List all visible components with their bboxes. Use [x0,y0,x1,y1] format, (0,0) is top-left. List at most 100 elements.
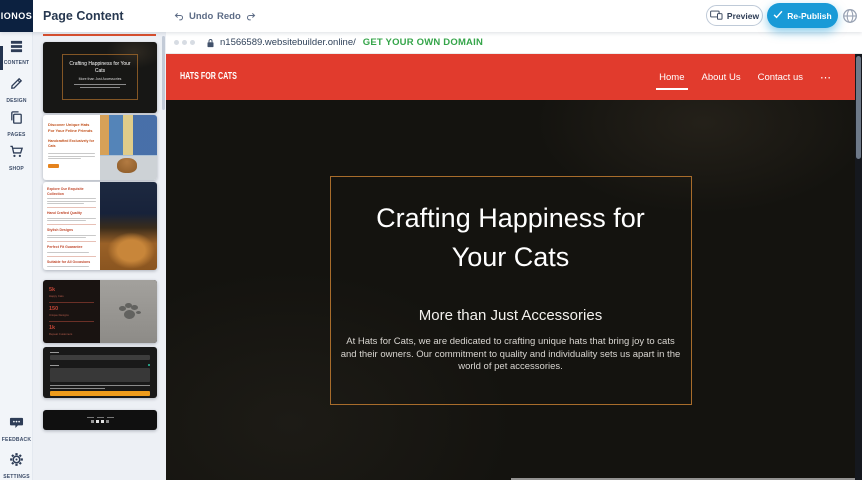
cat-photo-shape [117,158,137,173]
panel-title: Page Content [43,0,124,32]
thumb-feature-heading: Perfect Fit Guarantee [47,245,96,250]
panel-scrollbar[interactable] [162,36,165,110]
hero-body-text: At Hats for Cats, we are dedicated to cr… [341,336,681,374]
thumb-feature-heading: Hand Crafted Quality [47,211,96,216]
hero-title-line2: Your Cats [331,238,691,277]
form-input-placeholder [50,355,150,360]
section-thumbnail-hero[interactable]: Crafting Happiness for Your Cats More th… [43,42,157,113]
form-submit-placeholder [50,391,150,396]
thumb-intro-photo [100,115,157,180]
section-thumbnail-stats[interactable]: 5k Happy Cats 150 Unique Designs 1k Repe… [43,280,157,343]
divider [47,207,96,208]
app-window: IONOS Page Content Undo Redo Preview Re-… [0,0,862,480]
thumb-stats-photo [100,280,157,343]
thumb-features-photo [100,182,157,270]
sidebar-item-label: SHOP [9,166,24,172]
sidebar-item-label: FEEDBACK [2,437,31,443]
devices-icon [710,10,723,22]
sidebar-item-label: DESIGN [6,98,26,104]
thumb-intro-heading: Discover Unique Hats For Your Feline Fri… [48,122,95,133]
ionos-logo[interactable]: IONOS [0,0,33,32]
site-logo[interactable]: HATS FOR CATS [180,70,237,82]
divider [47,224,96,225]
settings-gear-icon [9,452,24,472]
page-content-panel: Crafting Happiness for Your Cats More th… [33,32,166,480]
lock-icon [206,38,215,48]
preview-button[interactable]: Preview [706,5,763,26]
get-domain-link[interactable]: GET YOUR OWN DOMAIN [363,37,483,48]
sidebar-item-content[interactable]: CONTENT [0,40,33,66]
redo-button[interactable]: Redo [217,0,257,32]
stat-value: 5k [49,287,94,293]
stat-value: 150 [49,306,94,312]
undo-icon [173,11,185,22]
section-thumbnail-features[interactable]: Explore Our Exquisite Collection Hand Cr… [43,182,157,270]
footer-links-placeholder [87,417,114,418]
paw-print-shape [124,310,135,319]
nav-item-about[interactable]: About Us [702,72,741,83]
hero-section[interactable]: Crafting Happiness for Your Cats More th… [166,100,855,480]
redo-label: Redo [217,11,241,22]
hero-title: Crafting Happiness for Your Cats [331,199,691,277]
check-icon [773,10,783,21]
main-sidebar: CONTENT DESIGN PAGES SHOP FEEDBACK [0,32,33,480]
sidebar-item-pages[interactable]: PAGES [0,110,33,138]
stat-label: Happy Cats [49,294,94,298]
text-placeholder-block [48,153,95,159]
sidebar-item-label: SETTINGS [3,474,30,480]
site-nav: Home About Us Contact us ⋯ [659,54,831,100]
stat-label: Unique Designs [49,313,94,317]
sidebar-item-label: CONTENT [4,60,30,66]
text-placeholder [74,84,126,85]
pages-icon [9,110,24,130]
sidebar-item-settings[interactable]: SETTINGS [0,452,33,480]
site-url[interactable]: n1566589.websitebuilder.online/ [220,37,356,48]
site-preview-canvas: n1566589.websitebuilder.online/ GET YOUR… [166,32,862,480]
thumb-intro-button [48,164,59,168]
nav-item-contact[interactable]: Contact us [758,72,803,83]
thumb-stats-text: 5k Happy Cats 150 Unique Designs 1k Repe… [43,280,100,343]
sidebar-item-design[interactable]: DESIGN [0,76,33,104]
divider [47,241,96,242]
panel-title-underline [43,34,156,36]
thumb-features-text: Explore Our Exquisite Collection Hand Cr… [43,182,100,270]
hero-title-line1: Crafting Happiness for [331,199,691,238]
sidebar-item-feedback[interactable]: FEEDBACK [0,416,33,443]
undo-button[interactable]: Undo [173,0,213,32]
thumb-feature-heading: Explore Our Exquisite Collection [47,187,96,196]
form-label-placeholder [50,365,59,366]
globe-icon[interactable] [842,8,858,24]
section-thumbnail-footer[interactable] [43,410,157,430]
divider [49,321,94,322]
thumb-hero-title: Crafting Happiness for Your Cats [67,61,133,74]
nav-more-icon[interactable]: ⋯ [820,71,831,84]
sidebar-item-label: PAGES [7,132,25,138]
design-icon [9,76,24,96]
active-indicator [0,46,3,70]
preview-scrollbar-thumb[interactable] [856,56,861,159]
form-label-placeholder [50,352,59,353]
thumb-hero-subtitle: More than Just Accessories [63,77,137,81]
preview-scrollbar-track[interactable] [855,54,862,480]
sidebar-item-shop[interactable]: SHOP [0,144,33,172]
thumb-intro-subheading: Handcrafted Exclusively for Cats [48,139,95,148]
republish-button[interactable]: Re-Publish [767,3,838,28]
content-icon [9,40,24,58]
thumb-feature-heading: Stylish Designs [47,228,96,233]
browser-chrome-bar: n1566589.websitebuilder.online/ GET YOUR… [166,32,862,54]
form-textarea-placeholder [50,368,150,382]
republish-label: Re-Publish [787,11,831,21]
thumb-hero-border-box: Crafting Happiness for Your Cats More th… [62,54,138,100]
stat-label: Repeat Customers [49,332,94,336]
section-thumbnail-contact-form[interactable] [43,347,157,398]
section-thumbnail-intro[interactable]: Discover Unique Hats For Your Feline Fri… [43,115,157,180]
divider [47,256,96,257]
text-placeholder [80,87,120,88]
nav-item-home[interactable]: Home [659,72,684,83]
footer-social-icons [91,420,109,423]
hero-subtitle: More than Just Accessories [331,307,691,324]
thumb-intro-text: Discover Unique Hats For Your Feline Fri… [43,115,100,180]
redo-icon [245,11,257,22]
hero-border-box[interactable]: Crafting Happiness for Your Cats More th… [330,176,692,405]
site-header[interactable]: HATS FOR CATS Home About Us Contact us ⋯ [166,54,855,100]
